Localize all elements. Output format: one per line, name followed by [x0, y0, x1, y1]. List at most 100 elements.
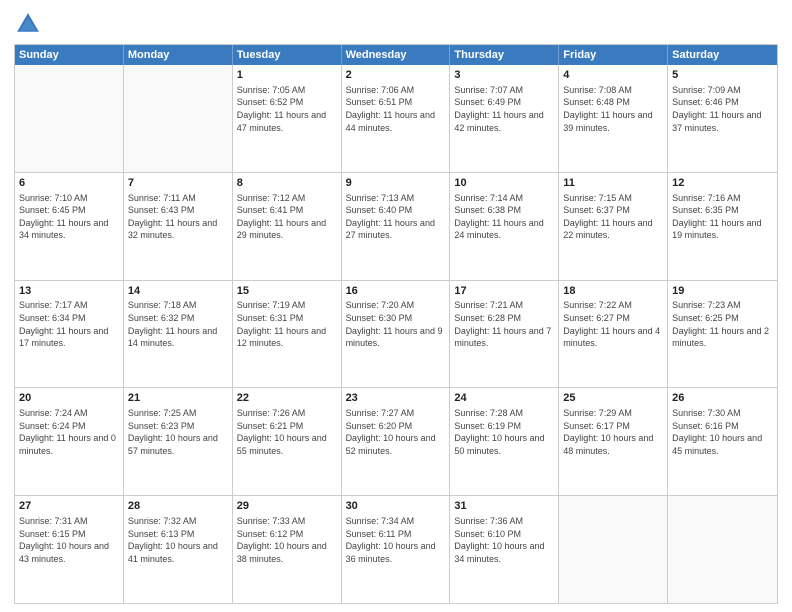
- calendar-cell: 11Sunrise: 7:15 AMSunset: 6:37 PMDayligh…: [559, 173, 668, 280]
- page: SundayMondayTuesdayWednesdayThursdayFrid…: [0, 0, 792, 612]
- calendar-cell: [668, 496, 777, 603]
- cell-details: Sunrise: 7:08 AMSunset: 6:48 PMDaylight:…: [563, 84, 663, 134]
- calendar-cell: 4Sunrise: 7:08 AMSunset: 6:48 PMDaylight…: [559, 65, 668, 172]
- day-number: 12: [672, 176, 773, 191]
- cell-details: Sunrise: 7:14 AMSunset: 6:38 PMDaylight:…: [454, 192, 554, 242]
- cell-details: Sunrise: 7:31 AMSunset: 6:15 PMDaylight:…: [19, 515, 119, 565]
- cell-details: Sunrise: 7:24 AMSunset: 6:24 PMDaylight:…: [19, 407, 119, 457]
- cell-details: Sunrise: 7:06 AMSunset: 6:51 PMDaylight:…: [346, 84, 446, 134]
- calendar-cell: 22Sunrise: 7:26 AMSunset: 6:21 PMDayligh…: [233, 388, 342, 495]
- cell-details: Sunrise: 7:19 AMSunset: 6:31 PMDaylight:…: [237, 299, 337, 349]
- cell-details: Sunrise: 7:13 AMSunset: 6:40 PMDaylight:…: [346, 192, 446, 242]
- day-number: 30: [346, 499, 446, 514]
- day-number: 28: [128, 499, 228, 514]
- cell-details: Sunrise: 7:22 AMSunset: 6:27 PMDaylight:…: [563, 299, 663, 349]
- day-number: 10: [454, 176, 554, 191]
- day-number: 25: [563, 391, 663, 406]
- cell-details: Sunrise: 7:36 AMSunset: 6:10 PMDaylight:…: [454, 515, 554, 565]
- cell-details: Sunrise: 7:28 AMSunset: 6:19 PMDaylight:…: [454, 407, 554, 457]
- day-of-week-header: Thursday: [450, 45, 559, 65]
- day-number: 23: [346, 391, 446, 406]
- day-number: 26: [672, 391, 773, 406]
- calendar-cell: 23Sunrise: 7:27 AMSunset: 6:20 PMDayligh…: [342, 388, 451, 495]
- day-number: 5: [672, 68, 773, 83]
- calendar-cell: 9Sunrise: 7:13 AMSunset: 6:40 PMDaylight…: [342, 173, 451, 280]
- day-number: 24: [454, 391, 554, 406]
- day-number: 18: [563, 284, 663, 299]
- calendar-cell: 1Sunrise: 7:05 AMSunset: 6:52 PMDaylight…: [233, 65, 342, 172]
- day-number: 9: [346, 176, 446, 191]
- calendar-cell: 12Sunrise: 7:16 AMSunset: 6:35 PMDayligh…: [668, 173, 777, 280]
- cell-details: Sunrise: 7:11 AMSunset: 6:43 PMDaylight:…: [128, 192, 228, 242]
- day-number: 21: [128, 391, 228, 406]
- calendar-cell: 19Sunrise: 7:23 AMSunset: 6:25 PMDayligh…: [668, 281, 777, 388]
- day-of-week-header: Wednesday: [342, 45, 451, 65]
- logo: [14, 10, 46, 38]
- calendar-cell: 3Sunrise: 7:07 AMSunset: 6:49 PMDaylight…: [450, 65, 559, 172]
- calendar-cell: 8Sunrise: 7:12 AMSunset: 6:41 PMDaylight…: [233, 173, 342, 280]
- cell-details: Sunrise: 7:34 AMSunset: 6:11 PMDaylight:…: [346, 515, 446, 565]
- day-of-week-header: Monday: [124, 45, 233, 65]
- day-number: 27: [19, 499, 119, 514]
- cell-details: Sunrise: 7:18 AMSunset: 6:32 PMDaylight:…: [128, 299, 228, 349]
- day-number: 3: [454, 68, 554, 83]
- calendar-cell: 24Sunrise: 7:28 AMSunset: 6:19 PMDayligh…: [450, 388, 559, 495]
- cell-details: Sunrise: 7:20 AMSunset: 6:30 PMDaylight:…: [346, 299, 446, 349]
- calendar-row: 20Sunrise: 7:24 AMSunset: 6:24 PMDayligh…: [15, 387, 777, 495]
- day-number: 15: [237, 284, 337, 299]
- cell-details: Sunrise: 7:29 AMSunset: 6:17 PMDaylight:…: [563, 407, 663, 457]
- calendar-cell: 28Sunrise: 7:32 AMSunset: 6:13 PMDayligh…: [124, 496, 233, 603]
- calendar-cell: 20Sunrise: 7:24 AMSunset: 6:24 PMDayligh…: [15, 388, 124, 495]
- calendar-row: 13Sunrise: 7:17 AMSunset: 6:34 PMDayligh…: [15, 280, 777, 388]
- day-number: 4: [563, 68, 663, 83]
- calendar-cell: 30Sunrise: 7:34 AMSunset: 6:11 PMDayligh…: [342, 496, 451, 603]
- cell-details: Sunrise: 7:10 AMSunset: 6:45 PMDaylight:…: [19, 192, 119, 242]
- cell-details: Sunrise: 7:26 AMSunset: 6:21 PMDaylight:…: [237, 407, 337, 457]
- calendar-header: SundayMondayTuesdayWednesdayThursdayFrid…: [15, 45, 777, 65]
- cell-details: Sunrise: 7:27 AMSunset: 6:20 PMDaylight:…: [346, 407, 446, 457]
- calendar-cell: 31Sunrise: 7:36 AMSunset: 6:10 PMDayligh…: [450, 496, 559, 603]
- cell-details: Sunrise: 7:30 AMSunset: 6:16 PMDaylight:…: [672, 407, 773, 457]
- cell-details: Sunrise: 7:23 AMSunset: 6:25 PMDaylight:…: [672, 299, 773, 349]
- calendar-cell: 25Sunrise: 7:29 AMSunset: 6:17 PMDayligh…: [559, 388, 668, 495]
- day-of-week-header: Friday: [559, 45, 668, 65]
- cell-details: Sunrise: 7:17 AMSunset: 6:34 PMDaylight:…: [19, 299, 119, 349]
- calendar-row: 1Sunrise: 7:05 AMSunset: 6:52 PMDaylight…: [15, 65, 777, 172]
- cell-details: Sunrise: 7:16 AMSunset: 6:35 PMDaylight:…: [672, 192, 773, 242]
- calendar-cell: 7Sunrise: 7:11 AMSunset: 6:43 PMDaylight…: [124, 173, 233, 280]
- header: [14, 10, 778, 38]
- logo-icon: [14, 10, 42, 38]
- day-number: 6: [19, 176, 119, 191]
- cell-details: Sunrise: 7:12 AMSunset: 6:41 PMDaylight:…: [237, 192, 337, 242]
- calendar-cell: 5Sunrise: 7:09 AMSunset: 6:46 PMDaylight…: [668, 65, 777, 172]
- calendar-cell: [559, 496, 668, 603]
- calendar-cell: 16Sunrise: 7:20 AMSunset: 6:30 PMDayligh…: [342, 281, 451, 388]
- day-number: 29: [237, 499, 337, 514]
- calendar-body: 1Sunrise: 7:05 AMSunset: 6:52 PMDaylight…: [15, 65, 777, 603]
- day-number: 2: [346, 68, 446, 83]
- calendar-cell: 27Sunrise: 7:31 AMSunset: 6:15 PMDayligh…: [15, 496, 124, 603]
- day-number: 8: [237, 176, 337, 191]
- cell-details: Sunrise: 7:05 AMSunset: 6:52 PMDaylight:…: [237, 84, 337, 134]
- day-number: 1: [237, 68, 337, 83]
- day-number: 11: [563, 176, 663, 191]
- cell-details: Sunrise: 7:32 AMSunset: 6:13 PMDaylight:…: [128, 515, 228, 565]
- cell-details: Sunrise: 7:25 AMSunset: 6:23 PMDaylight:…: [128, 407, 228, 457]
- calendar-cell: 14Sunrise: 7:18 AMSunset: 6:32 PMDayligh…: [124, 281, 233, 388]
- calendar-row: 27Sunrise: 7:31 AMSunset: 6:15 PMDayligh…: [15, 495, 777, 603]
- calendar-cell: 21Sunrise: 7:25 AMSunset: 6:23 PMDayligh…: [124, 388, 233, 495]
- calendar-cell: 15Sunrise: 7:19 AMSunset: 6:31 PMDayligh…: [233, 281, 342, 388]
- calendar-cell: 2Sunrise: 7:06 AMSunset: 6:51 PMDaylight…: [342, 65, 451, 172]
- calendar-cell: 10Sunrise: 7:14 AMSunset: 6:38 PMDayligh…: [450, 173, 559, 280]
- calendar: SundayMondayTuesdayWednesdayThursdayFrid…: [14, 44, 778, 604]
- calendar-cell: 29Sunrise: 7:33 AMSunset: 6:12 PMDayligh…: [233, 496, 342, 603]
- calendar-cell: 18Sunrise: 7:22 AMSunset: 6:27 PMDayligh…: [559, 281, 668, 388]
- day-of-week-header: Tuesday: [233, 45, 342, 65]
- day-of-week-header: Saturday: [668, 45, 777, 65]
- cell-details: Sunrise: 7:33 AMSunset: 6:12 PMDaylight:…: [237, 515, 337, 565]
- calendar-cell: 13Sunrise: 7:17 AMSunset: 6:34 PMDayligh…: [15, 281, 124, 388]
- day-number: 14: [128, 284, 228, 299]
- calendar-cell: 6Sunrise: 7:10 AMSunset: 6:45 PMDaylight…: [15, 173, 124, 280]
- day-number: 16: [346, 284, 446, 299]
- day-of-week-header: Sunday: [15, 45, 124, 65]
